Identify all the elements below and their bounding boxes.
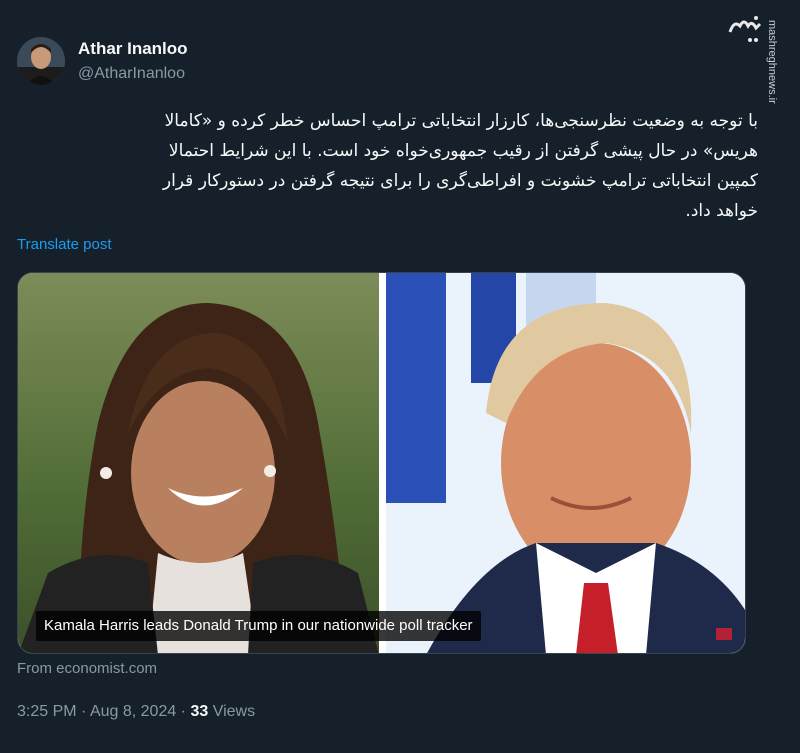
- trump-photo: [386, 273, 745, 653]
- tweet-meta: 3:25 PM · Aug 8, 2024 · 33 Views: [17, 703, 255, 721]
- tweet-text-line: هریس» در حال پیشی گرفتن از رقیب جمهوری‌خ…: [168, 141, 758, 161]
- mashregh-logo-icon: [728, 16, 762, 42]
- link-source[interactable]: From economist.com: [17, 660, 157, 677]
- tweet-card: Athar Inanloo @AtharInanloo mashreghnews…: [0, 0, 800, 753]
- media-card[interactable]: Kamala Harris leads Donald Trump in our …: [17, 272, 746, 654]
- avatar-image: [17, 37, 65, 85]
- harris-photo: [18, 273, 379, 653]
- watermark-site: mashreghnews.ir: [766, 20, 778, 104]
- author-handle[interactable]: @AtharInanloo: [78, 65, 185, 83]
- flag-pin-icon: [716, 628, 732, 640]
- avatar[interactable]: [17, 37, 65, 85]
- tweet-text-line: کمپین انتخاباتی ترامپ خشونت و افراطی‌گری…: [162, 171, 758, 191]
- translate-post-link[interactable]: Translate post: [17, 236, 112, 253]
- tweet-text-line: خواهد داد.: [685, 201, 758, 221]
- media-caption: Kamala Harris leads Donald Trump in our …: [36, 611, 481, 641]
- author-display-name[interactable]: Athar Inanloo: [78, 39, 188, 59]
- tweet-date[interactable]: Aug 8, 2024: [90, 703, 176, 720]
- meta-separator: ·: [176, 703, 191, 720]
- views-count[interactable]: 33: [190, 703, 208, 720]
- meta-separator: ·: [76, 703, 90, 720]
- views-label: Views: [208, 703, 256, 720]
- tweet-text: با توجه به وضعیت نظرسنجی‌ها، کارزار انتخ…: [40, 106, 758, 226]
- tweet-text-line: با توجه به وضعیت نظرسنجی‌ها، کارزار انتخ…: [164, 111, 758, 131]
- tweet-time[interactable]: 3:25 PM: [17, 703, 77, 720]
